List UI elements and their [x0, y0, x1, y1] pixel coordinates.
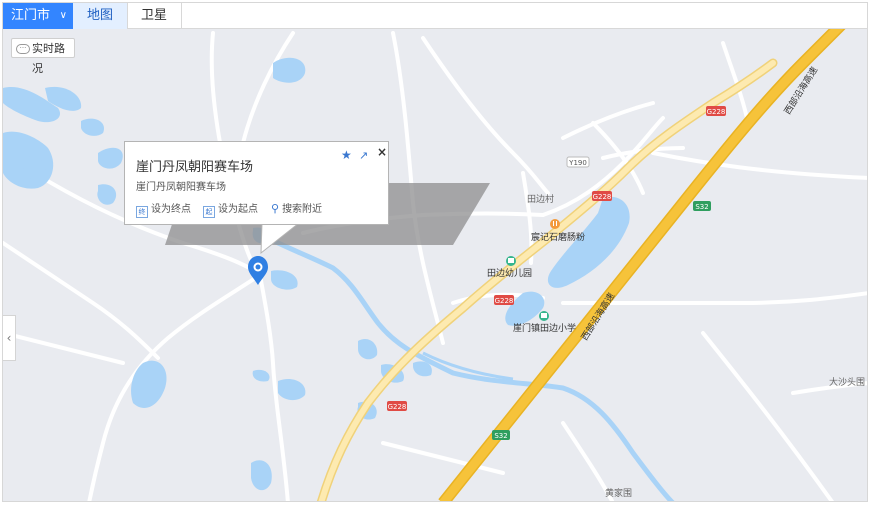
label-kindergarten: 田边幼儿园 — [487, 267, 532, 279]
close-icon[interactable]: × — [377, 145, 387, 159]
label-restaurant: 宸记石磨肠粉 — [531, 231, 585, 243]
set-start-button[interactable]: 起设为起点 — [203, 200, 258, 218]
s32-shield-a-text: S32 — [695, 203, 708, 211]
map-viewport[interactable]: G228 G228 G228 G228 S32 S32 Y190 西部沿海高速 … — [2, 2, 868, 502]
g228-shield-d-text: G228 — [388, 403, 407, 411]
popup-address: 崖门丹凤朝阳赛车场 — [136, 182, 226, 193]
poi-primary-school[interactable] — [539, 311, 549, 321]
set-end-label: 设为终点 — [151, 204, 191, 215]
poi-restaurant[interactable] — [550, 219, 560, 229]
chevron-down-icon: ∨ — [59, 10, 67, 21]
g228-shield-a-text: G228 — [707, 108, 726, 116]
traffic-icon: ··· — [16, 44, 30, 54]
popup-title: 崖门丹凤朝阳赛车场 — [136, 160, 254, 175]
favorite-star-icon[interactable]: ★ — [341, 148, 352, 162]
expand-panel-button[interactable]: ‹ — [3, 315, 16, 361]
chevron-left-icon: ‹ — [6, 331, 12, 345]
label-dasha: 大沙头围 — [829, 376, 865, 388]
search-nearby-button[interactable]: ⚲ 搜索附近 — [271, 200, 322, 215]
g228-shield-c-text: G228 — [495, 297, 514, 305]
traffic-toggle[interactable]: ··· 实时路况 — [11, 38, 75, 75]
city-selector[interactable]: 江门市 ∨ — [3, 3, 73, 29]
tab-satellite[interactable]: 卫星 — [127, 3, 182, 29]
y190-shield-text: Y190 — [568, 159, 587, 167]
set-end-button[interactable]: 终设为终点 — [136, 200, 191, 218]
search-icon: ⚲ — [271, 202, 280, 215]
map-background — [3, 3, 867, 501]
label-tianbian-village: 田边村 — [527, 193, 554, 205]
search-nearby-label: 搜索附近 — [282, 204, 323, 215]
tab-map[interactable]: 地图 — [73, 3, 128, 29]
poi-info-popup: 崖门丹凤朝阳赛车场 崖门丹凤朝阳赛车场 终设为终点 起设为起点 ⚲ 搜索附近 ★ … — [124, 141, 389, 225]
set-start-label: 设为起点 — [218, 204, 258, 215]
s32-shield-b-text: S32 — [494, 432, 507, 440]
map-canvas[interactable]: G228 G228 G228 G228 S32 S32 Y190 西部沿海高速 … — [3, 3, 868, 502]
g228-shield-b-text: G228 — [593, 193, 612, 201]
label-huangjiawei: 黄家围 — [605, 487, 632, 499]
poi-kindergarten[interactable] — [506, 256, 516, 266]
start-point-icon: 起 — [203, 206, 215, 218]
map-toolbar: 江门市 ∨ 地图 卫星 — [3, 3, 867, 29]
city-name: 江门市 — [11, 8, 51, 23]
label-primary-school: 崖门镇田边小学 — [513, 322, 576, 334]
share-icon[interactable]: ↗ — [359, 149, 368, 162]
end-point-icon: 终 — [136, 206, 148, 218]
